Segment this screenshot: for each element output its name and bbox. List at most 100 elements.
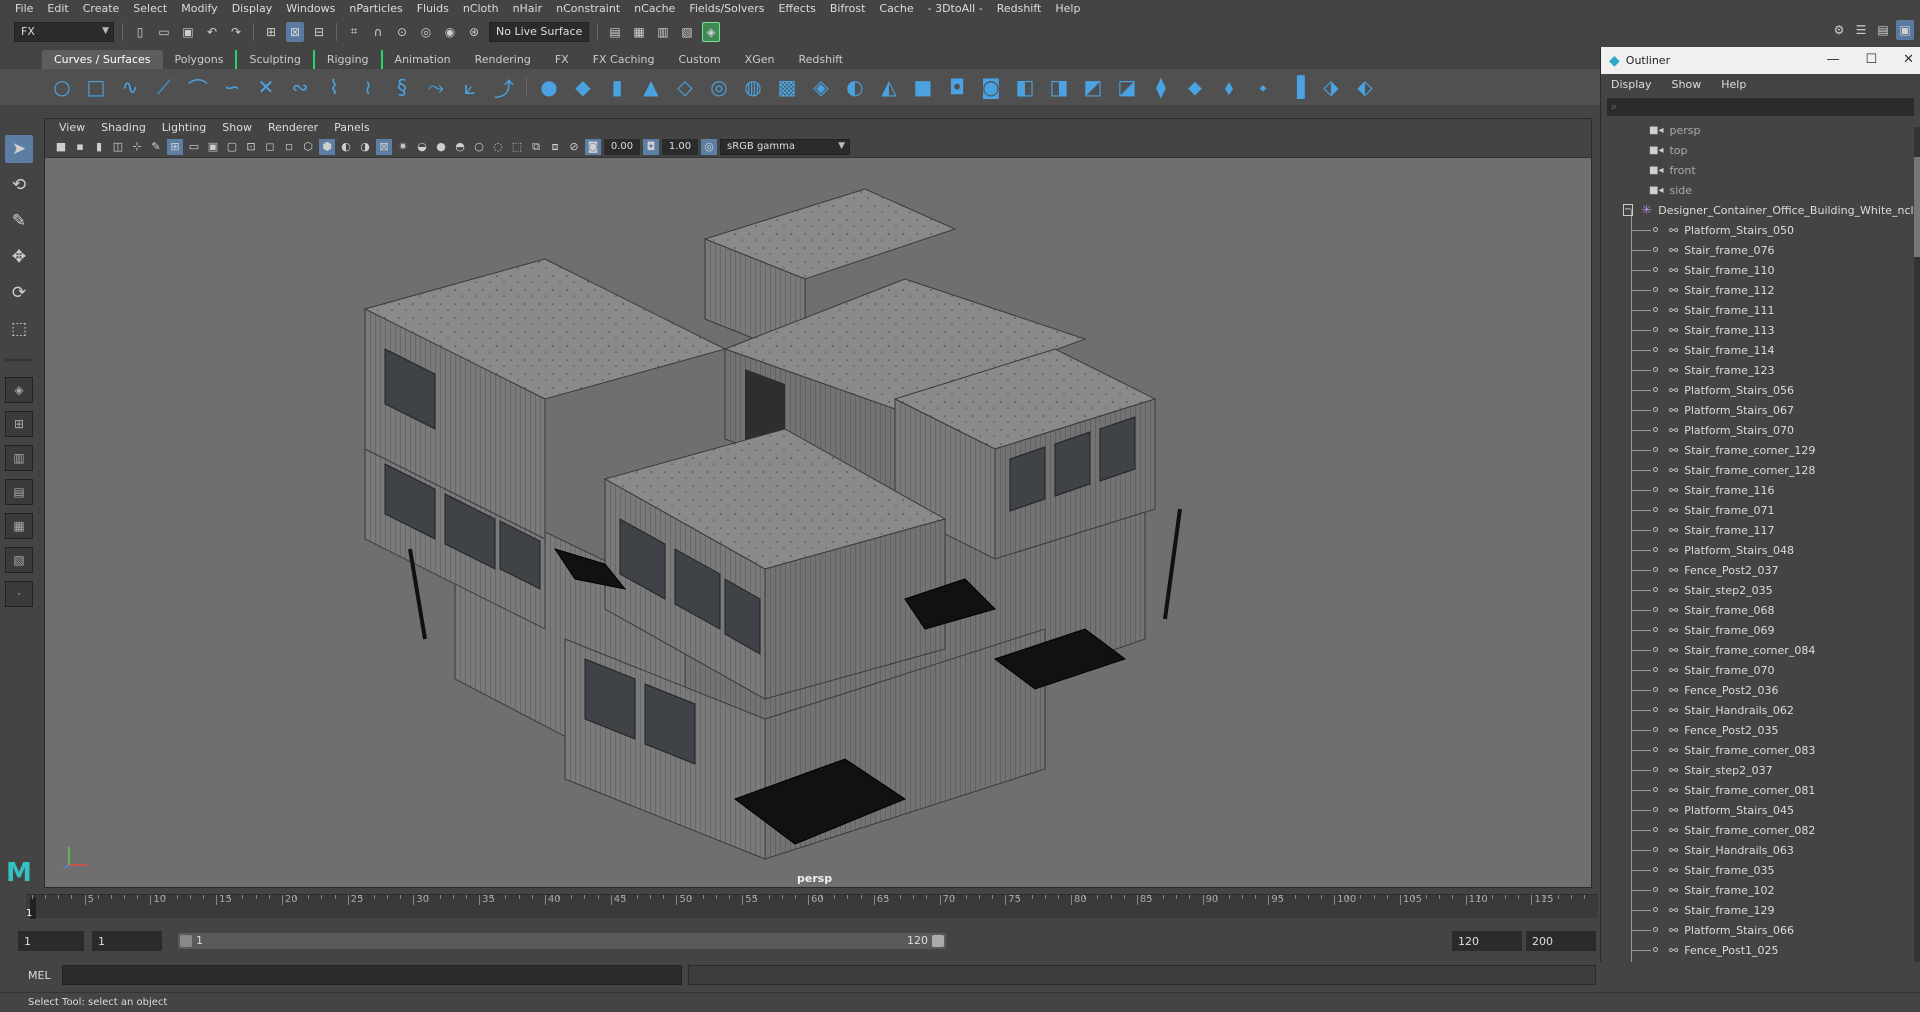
- curve-attach-icon[interactable]: ∾: [286, 73, 314, 101]
- nurbs-cone-icon[interactable]: ▲: [637, 73, 665, 101]
- menu-nconstraint[interactable]: nConstraint: [549, 2, 627, 15]
- list-item[interactable]: ⚯ Fence_Post2_037: [1601, 560, 1920, 580]
- modeling-toolkit-icon[interactable]: ⚙: [1830, 20, 1848, 40]
- list-item[interactable]: − ✳ Designer_Container_Office_Building_Whi…: [1601, 200, 1920, 220]
- tab-curves-surfaces[interactable]: Curves / Surfaces: [42, 50, 163, 69]
- motion-blur-icon[interactable]: ◓: [452, 139, 468, 155]
- tab-fx[interactable]: FX: [543, 50, 581, 69]
- anti-aliasing-icon[interactable]: ○: [471, 139, 487, 155]
- paint-select-tool-icon[interactable]: ✎: [5, 207, 33, 235]
- gamma-field[interactable]: 1.00: [662, 138, 698, 155]
- list-item[interactable]: ⚯ Stair_frame_068: [1601, 600, 1920, 620]
- bookmark-icon[interactable]: ▮: [91, 139, 107, 155]
- range-start-handle[interactable]: [180, 935, 192, 947]
- nurbs-sphere-icon[interactable]: ●: [535, 73, 563, 101]
- xray-components-icon[interactable]: ⊘: [566, 139, 582, 155]
- extend-surfaces-icon[interactable]: ⬗: [1317, 73, 1345, 101]
- playback-end-field[interactable]: 120: [1452, 931, 1522, 951]
- list-item[interactable]: ⚯ Platform_Stairs_056: [1601, 380, 1920, 400]
- nurbs-square-icon[interactable]: □: [82, 73, 110, 101]
- curve-reverse-icon[interactable]: ⤳: [422, 73, 450, 101]
- list-item[interactable]: ⚯ Stair_frame_114: [1601, 340, 1920, 360]
- list-item[interactable]: ⚯ Stair_frame_111: [1601, 300, 1920, 320]
- rotate-tool-icon[interactable]: ⟳: [5, 279, 33, 307]
- persp-outliner-layout-icon[interactable]: ▥: [5, 445, 33, 471]
- snap-curve-icon[interactable]: ∩: [369, 22, 387, 42]
- grease-pencil-icon[interactable]: ✎: [148, 139, 164, 155]
- wireframe-on-shaded-icon[interactable]: ◑: [357, 139, 373, 155]
- open-scene-icon[interactable]: ▭: [155, 22, 173, 42]
- list-item[interactable]: ⚯ Stair_frame_116: [1601, 480, 1920, 500]
- color-space-dropdown[interactable]: sRGB gamma ▼: [720, 138, 850, 155]
- film-gate-icon[interactable]: ▭: [186, 139, 202, 155]
- menu-nhair[interactable]: nHair: [506, 2, 550, 15]
- menu-display[interactable]: Display: [225, 2, 280, 15]
- list-item[interactable]: ⚯ Stair_frame_117: [1601, 520, 1920, 540]
- planar-icon[interactable]: ◈: [807, 73, 835, 101]
- tab-fx-caching[interactable]: FX Caching: [581, 50, 667, 69]
- snap-grid-icon[interactable]: ⌗: [345, 22, 363, 42]
- menu-file[interactable]: File: [8, 2, 40, 15]
- menu-ncloth[interactable]: nCloth: [456, 2, 506, 15]
- menu-modify[interactable]: Modify: [174, 2, 224, 15]
- collapse-toggle-icon[interactable]: −: [1623, 204, 1634, 216]
- viewport-menu-renderer[interactable]: Renderer: [260, 121, 326, 134]
- color-management-icon[interactable]: ◎: [701, 138, 717, 155]
- snap-view-icon[interactable]: ◎: [417, 22, 435, 42]
- wireframe-icon[interactable]: ⬡: [300, 139, 316, 155]
- xray-icon[interactable]: ⧉: [528, 139, 544, 155]
- tab-rendering[interactable]: Rendering: [463, 50, 543, 69]
- range-end-handle[interactable]: [932, 935, 944, 947]
- loft-icon[interactable]: ▩: [773, 73, 801, 101]
- nurbs-plane-icon[interactable]: ◇: [671, 73, 699, 101]
- ambient-occlusion-icon[interactable]: ●: [433, 139, 449, 155]
- hypershade-layout-icon[interactable]: ▧: [5, 547, 33, 573]
- time-slider-track[interactable]: 5 10 15 20 25 30 35 40 45 50 55 60 65 70 75 80 85 90 95 100…: [26, 894, 1598, 919]
- snap-pivot-icon[interactable]: ⊛: [465, 22, 483, 42]
- list-item[interactable]: ⚯ Stair_frame_corner_083: [1601, 740, 1920, 760]
- playback-start-field[interactable]: 1: [92, 931, 162, 951]
- list-item[interactable]: ⚯ Stair_Handrails_063: [1601, 840, 1920, 860]
- extrude-icon[interactable]: ◐: [841, 73, 869, 101]
- list-item[interactable]: ⚯ Fence_Post2_035: [1601, 720, 1920, 740]
- resolution-gate-icon[interactable]: ▣: [205, 139, 221, 155]
- boundary-icon[interactable]: ◘: [943, 73, 971, 101]
- xray-joints-icon[interactable]: ⧈: [547, 139, 563, 155]
- tool-settings-icon[interactable]: ▤: [1874, 20, 1892, 40]
- curve-insert-knot-icon[interactable]: ⤴: [490, 73, 518, 101]
- use-all-lights-icon[interactable]: ✷: [395, 139, 411, 155]
- more-layouts-icon[interactable]: ·: [5, 581, 33, 607]
- live-surface-field[interactable]: No Live Surface: [489, 21, 589, 42]
- list-item[interactable]: ⚯ Platform_Stairs_045: [1601, 800, 1920, 820]
- persp-graph-layout-icon[interactable]: ▤: [5, 479, 33, 505]
- list-item[interactable]: ⚯ Stair_frame_112: [1601, 280, 1920, 300]
- ipr-render-icon[interactable]: ▥: [654, 22, 672, 42]
- menu-ncache[interactable]: nCache: [627, 2, 682, 15]
- list-item[interactable]: ⚯ Platform_Stairs_066: [1601, 920, 1920, 940]
- maximize-icon[interactable]: ☐: [1865, 52, 1877, 67]
- list-item[interactable]: ⚯ Stair_frame_113: [1601, 320, 1920, 340]
- list-item[interactable]: ⚯ Fence_Post1_025: [1601, 940, 1920, 960]
- time-slider[interactable]: 5 10 15 20 25 30 35 40 45 50 55 60 65 70 75 80 85 90 95 100…: [0, 888, 1600, 922]
- list-item[interactable]: ■◂ side: [1601, 180, 1920, 200]
- snap-point-icon[interactable]: ⊙: [393, 22, 411, 42]
- image-plane-icon[interactable]: ◫: [110, 139, 126, 155]
- menu-effects[interactable]: Effects: [771, 2, 822, 15]
- tab-polygons[interactable]: Polygons: [163, 50, 236, 69]
- trim-tool-icon[interactable]: ◧: [1011, 73, 1039, 101]
- attribute-editor-icon[interactable]: ☰: [1852, 20, 1870, 40]
- list-item[interactable]: ⚯ Stair_frame_corner_081: [1601, 780, 1920, 800]
- curve-detach-icon[interactable]: ⌇: [320, 73, 348, 101]
- outliner-menu-show[interactable]: Show: [1672, 78, 1702, 91]
- viewport-panel[interactable]: View Shading Lighting Show Renderer Pane…: [44, 118, 1592, 888]
- exposure-icon[interactable]: ◙: [585, 138, 601, 155]
- mel-command-input[interactable]: [62, 965, 682, 985]
- list-item[interactable]: ⚯ Stair_frame_071: [1601, 500, 1920, 520]
- curve-extend-icon[interactable]: ⟀: [456, 73, 484, 101]
- nurbs-circle-icon[interactable]: ○: [48, 73, 76, 101]
- menuset-dropdown[interactable]: FX ▼: [14, 21, 114, 42]
- save-scene-icon[interactable]: ▣: [179, 22, 197, 42]
- viewport-menu-lighting[interactable]: Lighting: [154, 121, 214, 134]
- list-item[interactable]: ⚯ Stair_frame_129: [1601, 900, 1920, 920]
- list-item[interactable]: ⚯ Stair_frame_110: [1601, 260, 1920, 280]
